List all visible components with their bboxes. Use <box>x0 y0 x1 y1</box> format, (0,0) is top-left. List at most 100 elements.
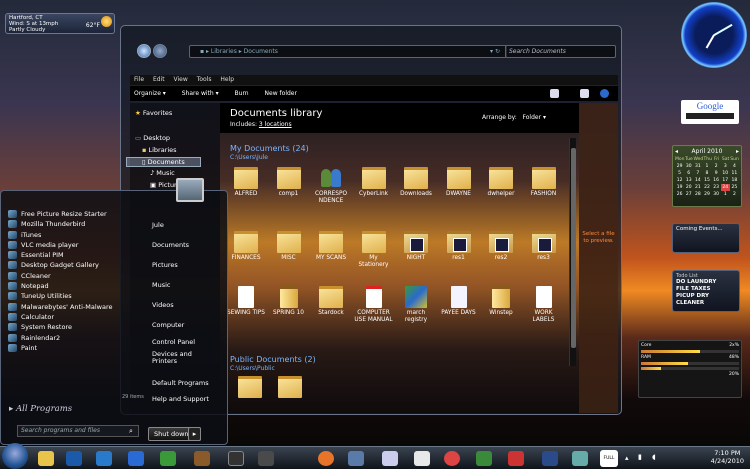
program-item[interactable]: VLC media player <box>6 240 142 250</box>
file-item[interactable]: DWAYNE <box>439 167 479 198</box>
file-item[interactable]: res3 <box>524 231 564 262</box>
google-search-gadget[interactable]: Google <box>681 100 739 124</box>
menu-help[interactable]: Help <box>220 76 234 83</box>
nexus-taskbar-icon[interactable] <box>228 451 244 466</box>
forward-arrow-icon[interactable] <box>153 44 167 58</box>
file-item[interactable]: Winstep <box>481 286 521 317</box>
start-right-item[interactable]: Videos <box>152 301 174 309</box>
address-bar[interactable]: ▪ ▸ Libraries ▸ Documents ▾ ↻ <box>189 45 507 58</box>
app-taskbar-icon[interactable] <box>382 451 398 466</box>
calendar-gadget[interactable]: ◂ April 2010 ▸ Mon Tue Wed Thu Fri Sat Sun 29 30 3… <box>672 145 742 207</box>
calendar-day[interactable]: 8 <box>702 170 711 177</box>
calendar-day[interactable]: 3 <box>721 163 730 170</box>
start-right-item[interactable]: Control Panel <box>152 339 212 346</box>
program-item[interactable]: Essential PIM <box>6 250 142 260</box>
calendar-day[interactable]: 7 <box>693 170 702 177</box>
program-item[interactable]: Malwarebytes' Anti-Malware <box>6 302 142 312</box>
file-item[interactable]: SPRING 10 <box>269 286 309 317</box>
file-item[interactable]: CORRESPO NDENCE <box>311 167 351 205</box>
system-meter-gadget[interactable]: Core 2x% RAM 48% 20% <box>638 340 742 398</box>
calendar-day[interactable]: 9 <box>712 170 721 177</box>
file-item[interactable]: FINANCES <box>226 231 266 262</box>
nav-pictures[interactable]: ▣ Pictur <box>150 181 177 189</box>
calendar-day[interactable]: 18 <box>730 177 739 184</box>
calendar-day[interactable]: 30 <box>712 191 721 198</box>
scrollbar-thumb[interactable] <box>571 148 576 348</box>
file-item[interactable]: dwhelper <box>481 167 521 198</box>
todo-item[interactable]: PICUP DRY CLEANER <box>676 293 736 307</box>
section-public-documents[interactable]: Public Documents (2) <box>230 355 316 364</box>
file-item[interactable]: MISC <box>269 231 309 262</box>
nav-desktop[interactable]: ▭ Desktop <box>135 134 170 142</box>
network-icon[interactable]: ▮ <box>638 453 642 461</box>
app-taskbar-icon[interactable] <box>508 451 524 466</box>
preview-pane-icon[interactable] <box>580 89 589 98</box>
breadcrumb-documents[interactable]: Documents <box>244 48 278 55</box>
nav-libraries[interactable]: ▪ Libraries <box>142 146 177 154</box>
start-search-input[interactable]: Search programs and files <box>17 425 139 437</box>
calendar-day[interactable]: 5 <box>675 170 684 177</box>
program-item[interactable]: Notepad <box>6 281 142 291</box>
program-item[interactable]: Paint <box>6 343 142 353</box>
calendar-day[interactable]: 31 <box>693 163 702 170</box>
calendar-day[interactable]: 29 <box>675 163 684 170</box>
taskbar-clock[interactable]: 7:10 PM 4/24/2010 <box>711 449 744 465</box>
file-item[interactable]: res2 <box>481 231 521 262</box>
nav-music[interactable]: ♪ Music <box>150 169 175 177</box>
mail-taskbar-icon[interactable] <box>128 451 144 466</box>
calendar-day[interactable]: 15 <box>702 177 711 184</box>
calendar-day[interactable]: 6 <box>684 170 693 177</box>
burn-button[interactable]: Burn <box>235 90 249 97</box>
file-item[interactable]: march registry <box>396 286 436 324</box>
file-item[interactable]: My Stationery <box>354 231 394 269</box>
explorer-taskbar-icon[interactable] <box>38 451 54 466</box>
breadcrumb-libraries[interactable]: Libraries <box>211 48 237 55</box>
file-item[interactable]: ALFRED <box>226 167 266 198</box>
file-item[interactable] <box>270 376 310 400</box>
calendar-day[interactable]: 28 <box>693 191 702 198</box>
file-item[interactable]: FASHION <box>524 167 564 198</box>
menu-tools[interactable]: Tools <box>197 76 212 83</box>
full-screen-button[interactable]: FULL <box>600 450 618 467</box>
program-item[interactable]: Desktop Gadget Gallery <box>6 260 142 270</box>
calendar-day[interactable]: 14 <box>693 177 702 184</box>
section-my-documents[interactable]: My Documents (24) <box>230 144 309 153</box>
start-menu[interactable]: Free Picture Resize Starter Mozilla Thund… <box>0 178 228 445</box>
calendar-day[interactable]: 4 <box>730 163 739 170</box>
nav-favorites[interactable]: ★ Favorites <box>135 109 172 117</box>
view-options-icon[interactable] <box>550 89 559 98</box>
arrange-by-value[interactable]: Folder <box>523 114 542 121</box>
program-item[interactable]: Mozilla Thunderbird <box>6 219 142 229</box>
program-item[interactable]: TuneUp Utilities <box>6 291 142 301</box>
file-item[interactable] <box>230 376 270 400</box>
calendar-day[interactable]: 12 <box>675 177 684 184</box>
calendar-day[interactable]: 17 <box>721 177 730 184</box>
calendar-prev-icon[interactable]: ◂ <box>675 148 678 155</box>
organize-button[interactable]: Organize ▾ <box>134 90 166 97</box>
calendar-day[interactable]: 26 <box>675 191 684 198</box>
path-my-documents[interactable]: C:\Users\Jule <box>230 154 268 161</box>
search-input[interactable]: Search Documents <box>505 45 616 58</box>
start-right-item[interactable]: Pictures <box>152 261 178 269</box>
file-item[interactable]: CyberLink <box>354 167 394 198</box>
todo-list-gadget[interactable]: Todo List DO LAUNDRY FILE TAXES PICUP DR… <box>672 270 740 312</box>
calendar-day[interactable]: 13 <box>684 177 693 184</box>
todo-item[interactable]: FILE TAXES <box>676 286 736 293</box>
file-item[interactable]: PAYEE DAYS <box>439 286 479 317</box>
back-arrow-icon[interactable] <box>137 44 151 58</box>
windows-taskbar-icon[interactable] <box>160 451 176 466</box>
gear-taskbar-icon[interactable] <box>258 451 274 466</box>
calendar-day[interactable]: 11 <box>730 170 739 177</box>
calendar-day[interactable]: 27 <box>684 191 693 198</box>
path-public-documents[interactable]: C:\Users\Public <box>230 365 275 372</box>
calendar-day[interactable]: 1 <box>702 163 711 170</box>
menu-file[interactable]: File <box>134 76 144 83</box>
file-list[interactable]: Documents library Includes: 3 locations … <box>220 103 579 413</box>
file-item[interactable]: NIGHT <box>396 231 436 262</box>
file-item[interactable]: comp1 <box>269 167 309 198</box>
google-search-input[interactable] <box>686 113 734 119</box>
start-right-item[interactable]: Documents <box>152 241 189 249</box>
user-avatar[interactable] <box>176 178 204 202</box>
menu-edit[interactable]: Edit <box>153 76 165 83</box>
arrange-by[interactable]: Arrange by: Folder ▾ <box>482 114 546 121</box>
